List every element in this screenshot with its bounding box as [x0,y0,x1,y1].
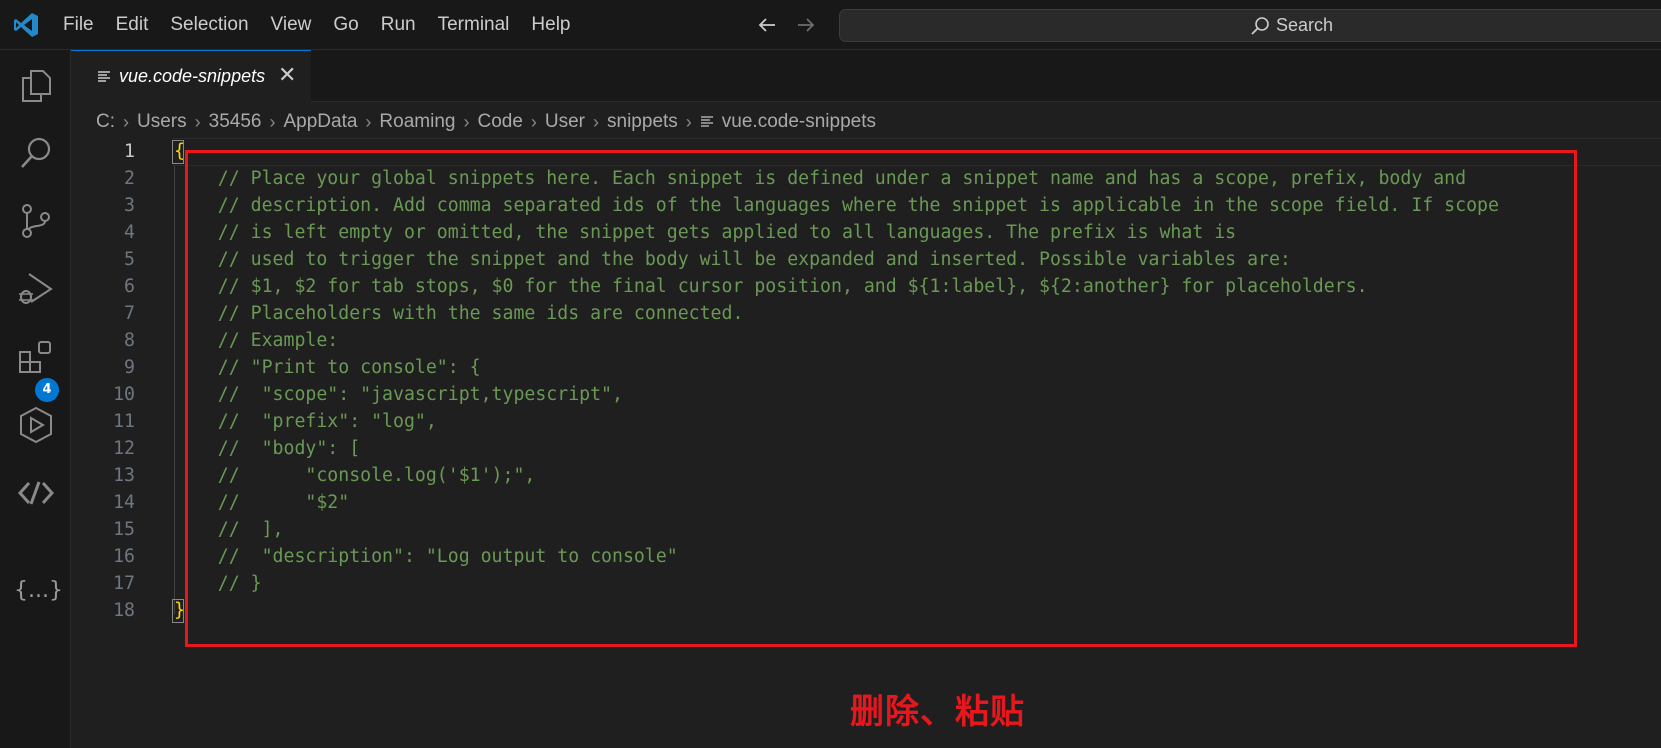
title-bar: File Edit Selection View Go Run Terminal Help S… [0,0,1661,50]
chevron-right-icon: › [685,111,692,132]
vscode-logo-icon[interactable] [12,11,40,39]
line-number: 18 [113,600,135,621]
line-number: 8 [124,330,135,351]
file-lines-icon [98,71,110,82]
breadcrumb-item[interactable]: C: [96,111,115,133]
line-number: 6 [124,276,135,297]
chevron-right-icon: › [365,111,372,132]
breadcrumb-item[interactable]: vue.code-snippets [722,111,876,133]
forward-arrow-icon[interactable] [795,14,817,36]
line-number: 2 [124,168,135,189]
line-number: 1 [124,141,135,162]
explorer-icon[interactable] [17,66,55,104]
line-number: 13 [113,465,135,486]
menu-item-help[interactable]: Help [520,0,581,50]
breadcrumb-item[interactable]: snippets [607,111,678,133]
search-icon[interactable] [17,134,55,172]
json-icon[interactable]: {...} [14,578,63,603]
chevron-right-icon: › [530,111,537,132]
annotation-box [185,150,1577,647]
line-number: 15 [113,519,135,540]
chevron-right-icon: › [593,111,600,132]
remote-connection-icon[interactable] [17,474,55,512]
search-content: Search [1250,15,1333,36]
line-number: 5 [124,249,135,270]
line-number: 3 [124,195,135,216]
search-box[interactable]: Search [839,9,1661,42]
menu-item-run[interactable]: Run [370,0,427,50]
line-number: 7 [124,303,135,324]
menu-item-terminal[interactable]: Terminal [427,0,521,50]
tab-strip: vue.code-snippets ✕ [71,50,1661,102]
menu-item-selection[interactable]: Selection [159,0,259,50]
close-icon[interactable]: ✕ [278,63,296,88]
breadcrumb-item[interactable]: User [545,111,585,133]
breadcrumb-item[interactable]: Roaming [379,111,455,133]
line-number: 16 [113,546,135,567]
tab-label: vue.code-snippets [119,66,266,86]
chevron-right-icon: › [123,111,129,132]
line-number: 10 [113,384,135,405]
breadcrumb-item[interactable]: Code [477,111,522,133]
run-debug-icon[interactable] [17,270,55,308]
chevron-right-icon: › [463,111,470,132]
back-arrow-icon[interactable] [756,14,778,36]
search-icon [1251,16,1269,35]
line-number: 17 [113,573,135,594]
breadcrumb-item[interactable]: AppData [283,111,357,133]
source-control-icon[interactable] [17,202,55,240]
chevron-right-icon: › [194,111,201,132]
line-number: 9 [124,357,135,378]
extensions-icon[interactable] [17,338,55,376]
activity-bar: 4 {...} [0,50,71,748]
annotation-note: 删除、粘贴 [850,692,1025,732]
extensions-badge: 4 [35,378,59,402]
chevron-right-icon: › [269,111,276,132]
line-number: 14 [113,492,135,513]
line-number: 11 [113,411,135,432]
search-label: Search [1276,15,1334,35]
bracket-match-highlight [172,599,184,623]
breadcrumb-item[interactable]: 35456 [209,111,262,133]
menu-item-go[interactable]: Go [322,0,369,50]
line-number: 4 [124,222,135,243]
menu-item-file[interactable]: File [52,0,105,50]
line-number: 12 [113,438,135,459]
remote-explorer-icon[interactable] [17,406,55,444]
file-lines-icon [700,116,713,127]
bracket-match-highlight [172,140,184,164]
breadcrumb: C: › Users › 35456 › AppData › Roaming › Code › User… [96,108,876,136]
tab-vue-code-snippets[interactable]: vue.code-snippets ✕ [71,50,311,102]
menu-item-edit[interactable]: Edit [105,0,160,50]
menu-item-view[interactable]: View [260,0,323,50]
breadcrumb-item[interactable]: Users [137,111,187,133]
menu-bar: File Edit Selection View Go Run Terminal Help [52,0,582,50]
